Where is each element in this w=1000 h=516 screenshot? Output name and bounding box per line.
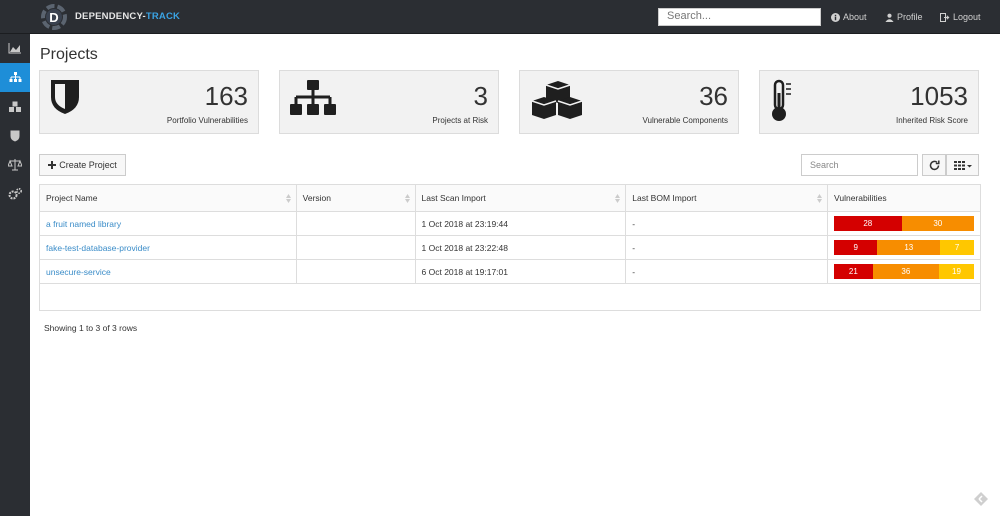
- vulnerability-severity-bar: 28 30: [834, 216, 974, 231]
- profile-link[interactable]: Profile: [885, 12, 923, 22]
- table-row[interactable]: fake-test-database-provider 1 Oct 2018 at…: [39, 235, 981, 260]
- licenses-scale-icon: [8, 158, 22, 170]
- vulnerability-severity-bar: 9 13 7: [834, 240, 974, 255]
- refresh-button[interactable]: [922, 154, 946, 176]
- logout-label: Logout: [953, 12, 981, 22]
- card-value: 163: [204, 81, 248, 111]
- brand-primary-text: DEPENDENCY-: [75, 11, 146, 22]
- card-value: 1053: [910, 81, 968, 111]
- columns-toggle-button[interactable]: [946, 154, 979, 176]
- top-navbar: D DEPENDENCY-TRACK Search... About Profi…: [0, 0, 1000, 34]
- about-label: About: [843, 12, 867, 22]
- page-title: Projects: [40, 46, 98, 63]
- vulnerabilities-cell: 21 36 19: [827, 259, 981, 284]
- last-scan-import: 1 Oct 2018 at 23:22:48: [415, 235, 627, 260]
- last-bom-import: -: [625, 235, 828, 260]
- table-row[interactable]: unsecure-service 6 Oct 2018 at 19:17:01-2…: [39, 259, 981, 284]
- components-cubes-icon: [9, 101, 21, 112]
- admin-cogs-icon: [8, 187, 22, 199]
- logout-icon: [940, 12, 950, 22]
- project-name-link[interactable]: a fruit named library: [39, 211, 297, 236]
- project-version: [296, 211, 416, 236]
- brand-name[interactable]: DEPENDENCY-TRACK: [75, 11, 180, 22]
- severity-segment-medium: 7: [940, 240, 974, 255]
- severity-segment-high: 30: [901, 216, 974, 231]
- sort-icon: [404, 194, 410, 203]
- columns-grid-icon: [953, 160, 972, 170]
- projects-sitemap-icon: [9, 72, 21, 82]
- table-empty-cell: [39, 283, 981, 311]
- sidebar-item-licenses[interactable]: [0, 150, 30, 179]
- last-bom-import: -: [625, 211, 828, 236]
- card-vulnerable-components: 36 Vulnerable Components: [519, 70, 739, 134]
- logout-link[interactable]: Logout: [940, 12, 981, 22]
- column-header-vulnerabilities[interactable]: Vulnerabilities: [827, 184, 981, 212]
- vulnerabilities-cell: 9 13 7: [827, 235, 981, 260]
- sitemap-icon: [290, 80, 336, 115]
- card-value: 3: [473, 81, 488, 111]
- severity-segment-medium: 19: [938, 264, 974, 279]
- refresh-icon: [929, 160, 940, 170]
- card-projects-at-risk: 3 Projects at Risk: [279, 70, 499, 134]
- vulnerabilities-cell: 28 30: [827, 211, 981, 236]
- card-label: Inherited Risk Score: [895, 116, 968, 125]
- card-value: 36: [699, 81, 728, 111]
- info-icon: [831, 12, 840, 22]
- vulnerabilities-shield-icon: [10, 130, 20, 141]
- sidebar: [0, 34, 30, 516]
- column-header-version[interactable]: Version: [296, 184, 416, 212]
- project-version: [296, 235, 416, 260]
- main-content: Projects 163 Portfolio Vulnerabilities 3…: [30, 34, 1000, 516]
- pagination-info: Showing 1 to 3 of 3 rows: [44, 323, 138, 333]
- severity-segment-high: 13: [877, 240, 941, 255]
- severity-segment-critical: 28: [834, 216, 902, 231]
- project-version: [296, 259, 416, 284]
- about-link[interactable]: About: [831, 12, 867, 22]
- svg-text:D: D: [49, 10, 58, 25]
- create-project-label: Create Project: [59, 160, 117, 170]
- brand-accent-text: TRACK: [145, 11, 181, 22]
- card-label: Projects at Risk: [432, 116, 488, 125]
- sidebar-item-vulnerabilities[interactable]: [0, 121, 30, 150]
- global-search-input[interactable]: Search...: [658, 8, 821, 26]
- severity-segment-critical: 9: [834, 240, 878, 255]
- user-icon: [885, 13, 894, 22]
- table-empty-row: [39, 283, 981, 311]
- create-project-button[interactable]: Create Project: [39, 154, 126, 176]
- cubes-icon: [531, 81, 583, 119]
- table-row[interactable]: a fruit named library 1 Oct 2018 at 23:19…: [39, 211, 981, 236]
- card-inherited-risk-score: 1053 Inherited Risk Score: [759, 70, 979, 134]
- sort-icon: [817, 194, 822, 203]
- project-name-link[interactable]: unsecure-service: [39, 259, 297, 284]
- severity-segment-critical: 21: [834, 264, 873, 279]
- last-scan-import: 1 Oct 2018 at 23:19:44: [415, 211, 627, 236]
- card-label: Vulnerable Components: [642, 116, 728, 125]
- last-bom-import: -: [625, 259, 828, 284]
- dashboard-chart-icon: [8, 43, 21, 54]
- vulnerability-severity-bar: 21 36 19: [834, 264, 974, 279]
- card-portfolio-vulnerabilities: 163 Portfolio Vulnerabilities: [39, 70, 259, 134]
- sidebar-item-components[interactable]: [0, 92, 30, 121]
- sort-icon: [615, 194, 621, 203]
- sort-icon: [285, 194, 291, 203]
- profile-label: Profile: [897, 12, 923, 22]
- sidebar-item-projects[interactable]: [0, 63, 30, 92]
- column-header-project-name[interactable]: Project Name: [39, 184, 297, 212]
- last-scan-import: 6 Oct 2018 at 19:17:01: [415, 259, 627, 284]
- project-name-link[interactable]: fake-test-database-provider: [39, 235, 297, 260]
- sidebar-item-dashboard[interactable]: [0, 34, 30, 63]
- dependency-track-logo[interactable]: D: [40, 4, 68, 30]
- severity-segment-high: 36: [872, 264, 939, 279]
- column-header-last-bom-import[interactable]: Last BOM Import: [625, 184, 828, 212]
- column-header-last-scan-import[interactable]: Last Scan Import: [415, 184, 627, 212]
- thermometer-icon: [772, 79, 791, 121]
- projects-table: Project Name Version Last Scan Import La…: [39, 184, 981, 311]
- card-label: Portfolio Vulnerabilities: [166, 116, 248, 125]
- sidebar-item-admin[interactable]: [0, 179, 30, 208]
- scroll-to-top-icon[interactable]: [974, 492, 988, 506]
- plus-icon: [48, 161, 57, 169]
- table-search-input[interactable]: Search: [801, 154, 918, 176]
- shield-icon: [51, 80, 79, 114]
